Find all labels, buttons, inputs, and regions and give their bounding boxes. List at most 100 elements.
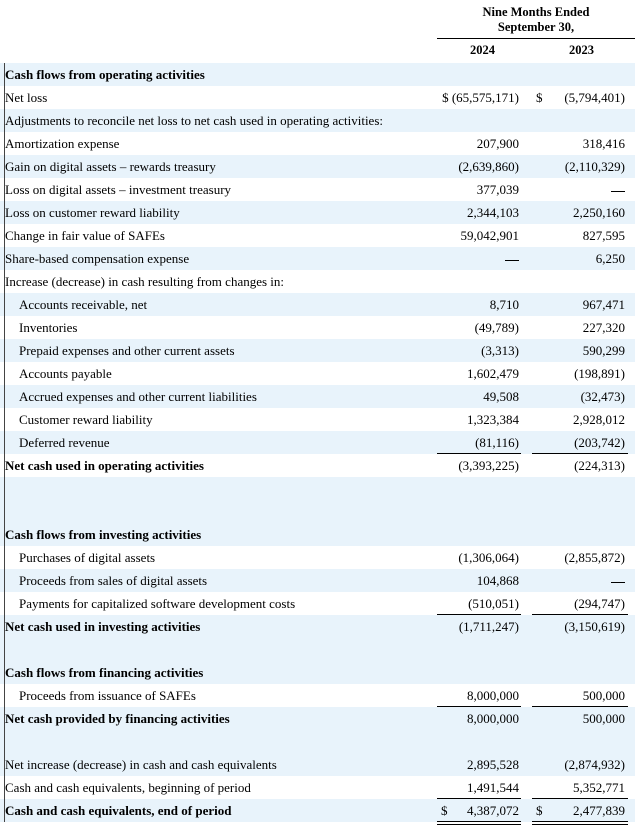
row-left-border <box>4 477 5 500</box>
value-2024: 2,344,103 <box>467 205 519 220</box>
row-label: Net cash provided by financing activitie… <box>5 711 230 726</box>
row-left-border <box>4 500 5 523</box>
value-2024: 207,900 <box>476 136 519 151</box>
row-left-border <box>4 362 5 385</box>
value-2024: (49,789) <box>474 320 519 335</box>
value-2024: (2,639,860) <box>458 159 519 174</box>
dollar-sign-2024: $ <box>441 803 448 818</box>
value-2024: 59,042,901 <box>460 228 520 243</box>
value-2023: (224,313) <box>574 458 625 473</box>
row-label: Prepaid expenses and other current asset… <box>19 343 235 358</box>
table-row: Loss on digital assets – investment trea… <box>0 178 635 201</box>
row-label: Cash flows from operating activities <box>5 67 205 82</box>
row-label: Cash flows from investing activities <box>5 527 202 542</box>
period-heading: Nine Months Ended September 30, <box>437 5 635 35</box>
value-2024: (3,313) <box>481 343 519 358</box>
value-2024: 377,039 <box>476 182 519 197</box>
dash-mark <box>611 190 625 192</box>
value-2023: 967,471 <box>582 297 625 312</box>
blank-row <box>0 477 635 500</box>
table-row: Customer reward liability 1,323,384 2,928,… <box>0 408 635 431</box>
value-2023: 2,477,839 <box>573 803 625 818</box>
year-2023-header: 2023 <box>569 43 594 57</box>
dash-mark <box>611 581 625 583</box>
value-2024: (1,306,064) <box>458 550 519 565</box>
value-2023: 318,416 <box>582 136 625 151</box>
table-row: Accounts payable 1,602,479 (198,891) <box>0 362 635 385</box>
row-label: Proceeds from issuance of SAFEs <box>19 688 196 703</box>
table-row: Net increase (decrease) in cash and cash… <box>0 753 635 776</box>
row-left-border <box>4 592 5 615</box>
year-2024-header: 2024 <box>470 43 495 57</box>
row-left-border <box>4 569 5 592</box>
value-2023: 2,250,160 <box>573 205 625 220</box>
value-2023: (3,150,619) <box>564 619 625 634</box>
value-2023: 590,299 <box>582 343 625 358</box>
value-2023: 500,000 <box>582 688 625 703</box>
value-2024: 49,508 <box>483 389 519 404</box>
row-left-border <box>4 339 5 362</box>
value-2023 <box>611 569 625 592</box>
table-row: Accrued expenses and other current liabi… <box>0 385 635 408</box>
dash-mark <box>505 259 519 261</box>
value-2024: 1,602,479 <box>467 366 519 381</box>
value-2023: (2,874,932) <box>564 757 625 772</box>
row-label: Gain on digital assets – rewards treasur… <box>5 159 216 174</box>
value-2023: (2,110,329) <box>564 159 625 174</box>
value-2024: $ (65,575,171) <box>442 90 519 105</box>
row-left-border <box>4 638 5 661</box>
table-row: Purchases of digital assets (1,306,064) (2… <box>0 546 635 569</box>
value-2023: (5,794,401) <box>564 90 625 105</box>
row-label: Adjustments to reconcile net loss to net… <box>5 113 383 128</box>
value-2024: 1,491,544 <box>467 780 519 795</box>
table-row: Gain on digital assets – rewards treasur… <box>0 155 635 178</box>
row-label: Net increase (decrease) in cash and cash… <box>5 757 277 772</box>
row-left-border <box>4 730 5 753</box>
section-heading-row: Cash flows from operating activities <box>0 63 635 86</box>
value-2024: 104,868 <box>476 573 519 588</box>
table-row: Deferred revenue (81,116) (203,742) <box>0 431 635 454</box>
row-label: Net loss <box>5 90 48 105</box>
table-row: Payments for capitalized software develo… <box>0 592 635 615</box>
table-row: Proceeds from sales of digital assets 104… <box>0 569 635 592</box>
blank-row <box>0 638 635 661</box>
row-label: Customer reward liability <box>19 412 153 427</box>
value-2024: 4,387,072 <box>467 803 519 818</box>
value-2024: (81,116) <box>475 435 519 450</box>
row-label: Change in fair value of SAFEs <box>5 228 165 243</box>
row-label: Inventories <box>19 320 78 335</box>
value-2024: 8,000,000 <box>467 688 519 703</box>
table-row: Cash and cash equivalents, end of period… <box>0 799 635 825</box>
value-2024: (1,711,247) <box>458 619 519 634</box>
row-label: Amortization expense <box>5 136 120 151</box>
value-2024: 8,000,000 <box>467 711 519 726</box>
row-left-border <box>4 546 5 569</box>
row-label: Loss on customer reward liability <box>5 205 180 220</box>
table-row: Amortization expense 207,900 318,416 <box>0 132 635 155</box>
table-row: Adjustments to reconcile net loss to net… <box>0 109 635 132</box>
double-underline <box>532 821 628 825</box>
row-label: Cash and cash equivalents, end of period <box>5 803 232 818</box>
value-2024 <box>505 247 519 270</box>
row-label: Accounts receivable, net <box>19 297 148 312</box>
row-label: Net cash used in operating activities <box>5 458 204 473</box>
table-row: Net cash provided by financing activitie… <box>0 707 635 730</box>
value-2023: 227,320 <box>582 320 625 335</box>
dollar-sign-2023: $ <box>536 803 543 818</box>
row-label: Increase (decrease) in cash resulting fr… <box>5 274 285 289</box>
value-2023 <box>611 178 625 201</box>
row-label: Payments for capitalized software develo… <box>19 596 296 611</box>
period-line-1: Nine Months Ended <box>482 5 590 19</box>
table-row: Cash and cash equivalents, beginning of … <box>0 776 635 799</box>
table-row: Loss on customer reward liability 2,344,1… <box>0 201 635 224</box>
value-2024: (510,051) <box>468 596 519 611</box>
value-2024: (3,393,225) <box>458 458 519 473</box>
period-rule <box>437 38 635 39</box>
double-underline <box>437 821 521 825</box>
table-row: Increase (decrease) in cash resulting fr… <box>0 270 635 293</box>
value-2023: (198,891) <box>574 366 625 381</box>
blank-row <box>0 730 635 753</box>
value-2023: (32,473) <box>580 389 625 404</box>
column-header: Nine Months Ended September 30, 2024 202… <box>0 0 635 67</box>
row-label: Proceeds from sales of digital assets <box>19 573 208 588</box>
